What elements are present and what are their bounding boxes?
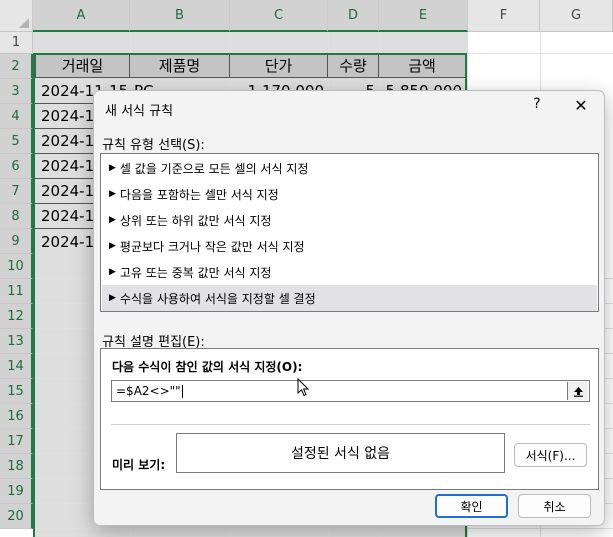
triangle-right-icon: ▶ (109, 241, 116, 251)
row-header-11[interactable]: 11 (0, 279, 33, 304)
column-header-g[interactable]: G (540, 0, 613, 32)
rule-type-label-text: 수식을 사용하여 서식을 지정할 셀 결정 (119, 291, 316, 306)
select-all-corner[interactable] (0, 0, 33, 32)
divider (111, 424, 590, 425)
format-button[interactable]: 서식(F)... (514, 443, 587, 467)
preview-box: 설정된 서식 없음 (176, 433, 505, 473)
row-header-15[interactable]: 15 (0, 379, 33, 404)
rule-type-label-text: 다음을 포함하는 셀만 서식 지정 (119, 187, 279, 202)
row-header-1[interactable]: 1 (0, 32, 33, 54)
help-icon[interactable]: ? (528, 96, 546, 116)
rule-type-label-text: 평균보다 크거나 작은 값만 서식 지정 (119, 239, 305, 254)
row-header-4[interactable]: 4 (0, 104, 33, 129)
row-header-9[interactable]: 9 (0, 229, 33, 254)
collapse-dialog-icon[interactable] (567, 382, 588, 400)
column-header-f[interactable]: F (468, 0, 540, 32)
triangle-right-icon: ▶ (109, 293, 116, 303)
triangle-right-icon: ▶ (109, 215, 116, 225)
row-header-13[interactable]: 13 (0, 329, 33, 354)
row-header-14[interactable]: 14 (0, 354, 33, 379)
column-header-b[interactable]: B (130, 0, 230, 32)
new-formatting-rule-dialog: 새 서식 규칙 ? ✕ 규칙 유형 선택(S): ▶ 셀 값을 기준으로 모든 … (93, 90, 605, 526)
triangle-right-icon: ▶ (109, 189, 116, 199)
formula-label: 다음 수식이 참인 값의 서식 지정(O): (112, 360, 303, 374)
formula-value: =$A2<>"" (116, 384, 183, 398)
ok-button[interactable]: 확인 (435, 494, 508, 518)
row-header-6[interactable]: 6 (0, 154, 33, 179)
rule-type-item-selected[interactable]: ▶ 수식을 사용하여 서식을 지정할 셀 결정 (102, 285, 597, 311)
column-header-a[interactable]: A (33, 0, 130, 32)
row-header-3[interactable]: 3 (0, 79, 33, 104)
formula-input[interactable]: =$A2<>"" (111, 380, 590, 402)
column-header-d[interactable]: D (328, 0, 379, 32)
mouse-cursor-icon (297, 377, 310, 401)
preview-label: 미리 보기: (112, 458, 166, 472)
row-header-16[interactable]: 16 (0, 404, 33, 429)
column-header-e[interactable]: E (379, 0, 468, 32)
rule-type-item[interactable]: ▶ 상위 또는 하위 값만 서식 지정 (102, 207, 597, 233)
rule-type-label-text: 고유 또는 중복 값만 서식 지정 (119, 265, 272, 280)
row-header-17[interactable]: 17 (0, 429, 33, 454)
triangle-right-icon: ▶ (109, 163, 116, 173)
rule-description-panel: 다음 수식이 참인 값의 서식 지정(O): =$A2<>"" 미리 보기: 설… (100, 348, 599, 490)
row-header-2[interactable]: 2 (0, 54, 33, 79)
row-header-7[interactable]: 7 (0, 179, 33, 204)
close-icon[interactable]: ✕ (572, 96, 590, 116)
rule-type-item[interactable]: ▶ 고유 또는 중복 값만 서식 지정 (102, 259, 597, 285)
rule-type-item[interactable]: ▶ 셀 값을 기준으로 모든 셀의 서식 지정 (102, 155, 597, 181)
row-header-20[interactable]: 20 (0, 504, 33, 529)
rule-type-list[interactable]: ▶ 셀 값을 기준으로 모든 셀의 서식 지정 ▶ 다음을 포함하는 셀만 서식… (100, 153, 599, 312)
column-header-c[interactable]: C (230, 0, 328, 32)
row-header-12[interactable]: 12 (0, 304, 33, 329)
triangle-right-icon: ▶ (109, 267, 116, 277)
row-header-5[interactable]: 5 (0, 129, 33, 154)
cancel-button[interactable]: 취소 (518, 494, 591, 518)
rule-type-label: 규칙 유형 선택(S): (102, 138, 205, 153)
row-header-8[interactable]: 8 (0, 204, 33, 229)
rule-type-item[interactable]: ▶ 다음을 포함하는 셀만 서식 지정 (102, 181, 597, 207)
row-header-18[interactable]: 18 (0, 454, 33, 479)
dialog-title: 새 서식 규칙 (105, 104, 174, 119)
row-header-10[interactable]: 10 (0, 254, 33, 279)
rule-type-label-text: 상위 또는 하위 값만 서식 지정 (119, 213, 272, 228)
row-header-19[interactable]: 19 (0, 479, 33, 504)
rule-type-label-text: 셀 값을 기준으로 모든 셀의 서식 지정 (119, 161, 309, 176)
rule-type-item[interactable]: ▶ 평균보다 크거나 작은 값만 서식 지정 (102, 233, 597, 259)
